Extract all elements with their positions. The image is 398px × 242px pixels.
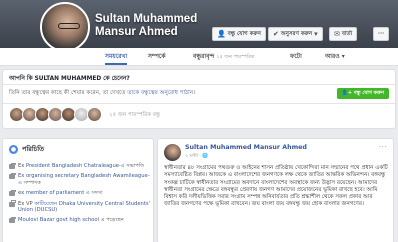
intro-item: Moulovi Bazar govt high school এ পড়েছেন [9, 216, 153, 224]
follow-button[interactable]: ✔ অনুসরণ করুন ▾ [268, 27, 323, 41]
intro-link[interactable]: President Bangladesh Chatraleague-এ [26, 163, 125, 169]
profile-picture[interactable] [40, 2, 90, 52]
tab-friends-label: বন্ধুরাবৃন্দ [193, 53, 215, 60]
divider [3, 103, 395, 104]
avatar[interactable] [87, 107, 102, 122]
mutual-friends-count: ২৫ জন পারস্পরিক [216, 54, 255, 60]
post-timestamp[interactable]: ২ ঘন্টা · 🌐 [185, 153, 208, 161]
intro-item: ex member of parliament এ সদস্য [9, 189, 153, 197]
intro-item: Ex VP কাটিয়েছেন Dhaka University Centra… [9, 200, 153, 214]
intro-item-text: Moulovi Bazar govt high school এ পড়েছেন [18, 217, 124, 223]
send-request-link[interactable]: তাকে বন্ধুত্বের অনুরোধ পাঠান। [127, 90, 195, 96]
post-author-name[interactable]: Sultan Muhammed Mansur Ahmed [185, 144, 307, 151]
divider [3, 84, 395, 85]
glasses-detail [58, 23, 80, 29]
tab-more[interactable]: আরও ▾ [325, 51, 345, 62]
intro-item: Ex organising secretary Bangladesh Awami… [9, 172, 153, 186]
post-author-avatar[interactable] [164, 144, 181, 161]
intro-item-text: Ex President Bangladesh Chatraleague-এ স… [18, 163, 144, 169]
do-you-know-prefix: তিনি তার বন্ধুত্বের কাছে কী শেয়ার করেন,… [9, 90, 128, 96]
graduation-cap-icon [9, 200, 16, 207]
more-options-button[interactable]: ··· [373, 27, 390, 41]
post-options-icon[interactable]: ··· [379, 143, 387, 151]
intro-list: Ex President Bangladesh Chatraleague-এ স… [9, 162, 153, 228]
tab-photos[interactable]: ফটো [290, 51, 302, 62]
add-friend-button[interactable]: 👤 বন্ধু যোগ করুন [212, 27, 266, 41]
intro-item-text: ex member of parliament এ সদস্য [18, 190, 103, 196]
intro-header: ● পরিচিতি [9, 144, 44, 155]
add-friend-label: বন্ধু যোগ করুন [227, 31, 261, 37]
intro-item-text: Ex organising secretary Bangladesh Awami… [18, 173, 153, 186]
post-card: Sultan Muhammed Mansur Ahmed ২ ঘন্টা · 🌐… [157, 138, 394, 242]
add-friend-icon: 👤 [217, 30, 226, 38]
do-you-know-title: আপনি কি SULTAN MUHAMMED কে চেনেন? [9, 76, 130, 82]
do-you-know-text: তিনি তার বন্ধুত্বের কাছে কী শেয়ার করেন,… [9, 89, 195, 98]
graduation-cap-icon [9, 216, 16, 224]
message-label: বার্তা [341, 31, 353, 37]
intro-prefix: Ex VP [18, 200, 35, 207]
profile-nav-bar: সময়রেখা সম্পর্কে বন্ধুরাবৃন্দ ২৫ জন পারস… [0, 48, 398, 66]
profile-name[interactable]: Sultan Muhammed Mansur Ahmed [95, 13, 197, 39]
message-button[interactable]: ✉ বার্তা [329, 27, 358, 41]
intro-suffix: সভাপতি [124, 163, 145, 169]
briefcase-icon [9, 189, 16, 197]
more-dots-icon: ··· [378, 31, 385, 37]
intro-link[interactable]: Moulovi Bazar govt high school [18, 217, 99, 223]
do-you-know-card: আপনি কি SULTAN MUHAMMED কে চেনেন? তিনি ত… [2, 69, 396, 129]
tab-friends[interactable]: বন্ধুরাবৃন্দ ২৫ জন পারস্পরিক [193, 51, 254, 62]
intro-suffix: এ সদস্য [84, 190, 103, 197]
intro-title: পরিচিতি [22, 145, 44, 153]
post-text: স্বাধীনতার ৪৮ সংগ্রামের পথগুরু ও আইনের শ… [164, 165, 388, 208]
add-friend-green-label: বন্ধু যোগ করুন [353, 90, 384, 96]
add-friend-green-button[interactable]: 👤+ বন্ধু যোগ করুন [336, 88, 389, 99]
mutual-friends-text[interactable]: ২৫ জন পারস্পরিক বন্ধু [109, 112, 160, 120]
follow-label: অনুসরণ করুন [280, 31, 313, 37]
intro-link[interactable]: member of parliament [26, 190, 84, 196]
rss-icon: ✔ [273, 30, 279, 38]
globe-icon: ● [9, 145, 18, 154]
add-friend-plus-icon: 👤+ [341, 90, 353, 96]
intro-prefix: ex [18, 190, 26, 197]
briefcase-icon [9, 162, 16, 169]
intro-suffix: সম্পাদক [21, 179, 41, 186]
intro-item-text: Ex VP কাটিয়েছেন Dhaka University Centra… [18, 201, 153, 214]
chevron-down-icon: ▾ [314, 30, 318, 38]
intro-card: ● পরিচিতি Ex President Bangladesh Chatra… [2, 138, 154, 242]
tab-timeline[interactable]: সময়রেখা [105, 51, 128, 65]
post-body: স্বাধীনতার ৪৮ সংগ্রামের পথগুরু ও আইনের শ… [164, 165, 389, 209]
intro-item: Ex President Bangladesh Chatraleague-এ স… [9, 162, 153, 169]
profile-name-line2: Mansur Ahmed [95, 26, 178, 38]
profile-name-line1: Sultan Muhammed [95, 13, 198, 25]
briefcase-icon [9, 172, 16, 180]
tab-about[interactable]: সম্পর্কে [148, 51, 166, 62]
mutual-friends-avatars [9, 107, 102, 122]
intro-prefix: Ex [18, 163, 26, 169]
intro-suffix: এ পড়েছেন [98, 217, 124, 224]
intro-link[interactable]: কাটিয়েছেন Dhaka University Central Stud… [18, 201, 150, 213]
messenger-icon: ✉ [334, 30, 340, 38]
